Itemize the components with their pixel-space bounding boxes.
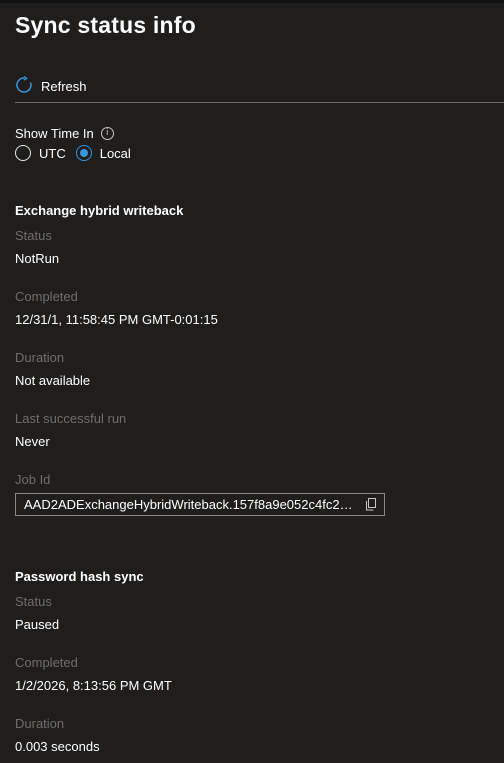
radio-local-label: Local	[99, 145, 131, 161]
show-time-label: Show Time In	[15, 126, 94, 141]
exchange-jobid-label: Job Id	[15, 472, 51, 487]
radio-utc-label: UTC	[39, 145, 66, 161]
refresh-label: Refresh	[41, 78, 87, 94]
refresh-button[interactable]: Refresh	[15, 72, 87, 100]
jobid-value[interactable]: AAD2ADExchangeHybridWriteback.157f8a9e05…	[24, 497, 358, 512]
toolbar-divider	[15, 102, 504, 103]
exchange-completed-label: Completed	[15, 289, 78, 304]
password-status-value: Paused	[15, 617, 60, 632]
password-status-label: Status	[15, 594, 52, 609]
password-duration-label: Duration	[15, 716, 65, 731]
exchange-completed-value: 12/31/1, 11:58:45 PM GMT-0:01:15	[15, 312, 218, 327]
exchange-section-title: Exchange hybrid writeback	[15, 203, 184, 218]
exchange-duration-label: Duration	[15, 350, 65, 365]
exchange-duration-value: Not available	[15, 373, 91, 388]
exchange-last-run-value: Never	[15, 434, 50, 449]
exchange-last-run-label: Last successful run	[15, 411, 127, 426]
refresh-icon	[15, 75, 33, 97]
page-title: Sync status info	[15, 12, 196, 38]
exchange-status-value: NotRun	[15, 251, 60, 266]
time-zone-radio-group: UTC Local	[15, 145, 141, 161]
radio-circle-icon	[15, 145, 31, 161]
top-border	[0, 0, 504, 3]
jobid-field[interactable]: AAD2ADExchangeHybridWriteback.157f8a9e05…	[15, 493, 385, 516]
copy-icon[interactable]	[358, 498, 384, 511]
exchange-status-label: Status	[15, 228, 52, 243]
password-section-title: Password hash sync	[15, 569, 144, 584]
radio-checked-icon	[75, 145, 92, 161]
radio-utc[interactable]: UTC	[15, 145, 66, 161]
password-duration-value: 0.003 seconds	[15, 739, 100, 754]
password-completed-label: Completed	[15, 655, 78, 670]
info-icon[interactable]: i	[100, 127, 114, 140]
password-completed-value: 1/2/2026, 8:13:56 PM GMT	[15, 678, 172, 693]
radio-local[interactable]: Local	[75, 145, 131, 161]
show-time-label-row: Show Time In i	[15, 126, 114, 141]
